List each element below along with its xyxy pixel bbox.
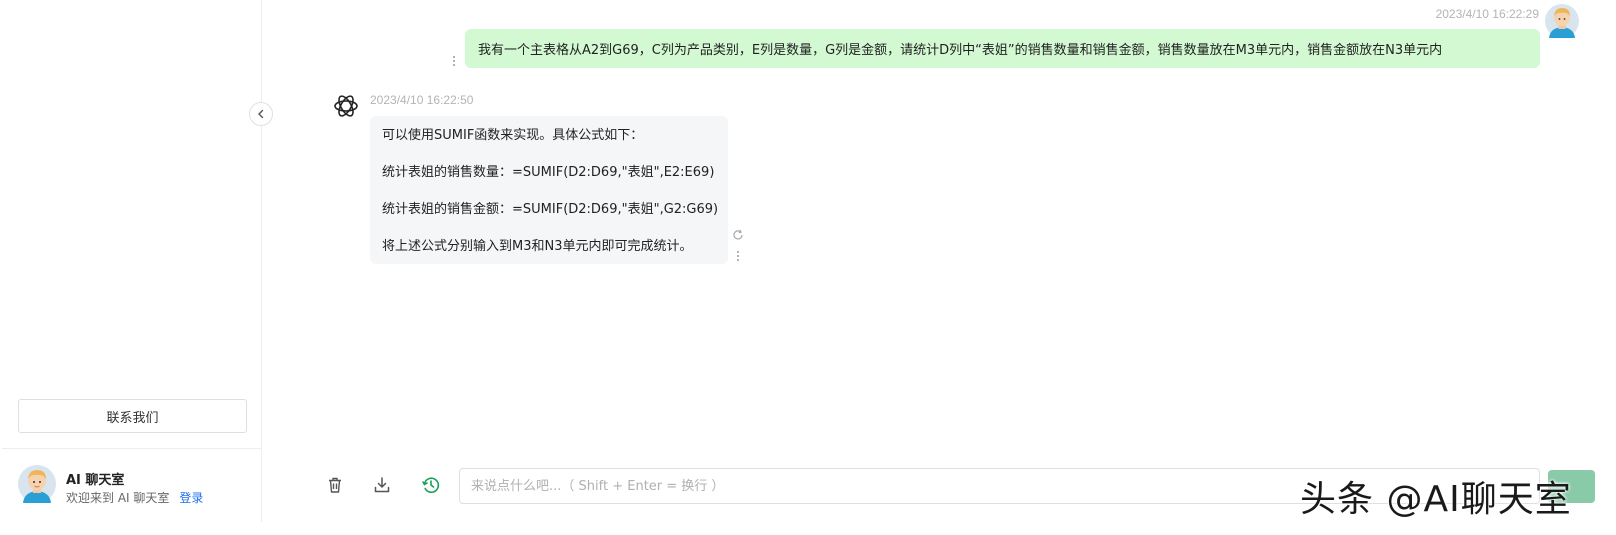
user-avatar-icon — [1545, 4, 1579, 38]
sidebar: 联系我们 AI 聊天室 欢迎来到 AI 聊天室 登录 — [2, 0, 262, 522]
assistant-message-timestamp: 2023/4/10 16:22:50 — [370, 93, 474, 107]
watermark: 头条 @AI聊天室 — [1300, 479, 1572, 520]
login-link[interactable]: 登录 — [179, 491, 203, 505]
welcome-line: 欢迎来到 AI 聊天室 登录 — [66, 489, 203, 506]
assistant-message-bubble: 可以使用SUMIF函数来实现。具体公式如下： 统计表姐的销售数量：=SUMIF(… — [370, 116, 728, 264]
refresh-icon[interactable] — [732, 229, 744, 241]
assistant-message-line: 可以使用SUMIF函数来实现。具体公式如下： — [382, 128, 644, 143]
history-icon — [422, 477, 440, 493]
download-chat-button[interactable] — [371, 474, 393, 496]
contact-us-button[interactable]: 联系我们 — [18, 399, 247, 433]
chat-app: 联系我们 AI 聊天室 欢迎来到 AI 聊天室 登录 2023/4/10 16:2… — [0, 0, 1616, 535]
openai-logo-icon — [334, 95, 358, 117]
download-icon — [374, 477, 390, 493]
chevron-left-icon — [258, 109, 264, 119]
assistant-message-line: 统计表姐的销售金额：=SUMIF(D2:D69,"表姐",G2:G69) — [382, 202, 719, 217]
collapse-sidebar-button[interactable] — [249, 102, 273, 126]
assistant-message-line: 统计表姐的销售数量：=SUMIF(D2:D69,"表姐",E2:E69) — [382, 165, 715, 180]
app-name: AI 聊天室 — [66, 473, 125, 488]
trash-icon — [329, 477, 341, 493]
welcome-text: 欢迎来到 AI 聊天室 — [66, 491, 170, 505]
user-message-bubble: 我有一个主表格从A2到G69，C列为产品类别，E列是数量，G列是金额，请统计D列… — [465, 29, 1540, 68]
user-message-more-icon[interactable] — [451, 56, 457, 66]
user-message-timestamp: 2023/4/10 16:22:29 — [1435, 7, 1539, 21]
assistant-message-more-icon[interactable] — [735, 251, 741, 261]
history-button[interactable] — [420, 474, 442, 496]
assistant-message-line: 将上述公式分别输入到M3和N3单元内即可完成统计。 — [382, 239, 693, 254]
user-avatar-icon — [18, 465, 56, 503]
clear-chat-button[interactable] — [324, 474, 346, 496]
sidebar-divider — [2, 448, 262, 449]
